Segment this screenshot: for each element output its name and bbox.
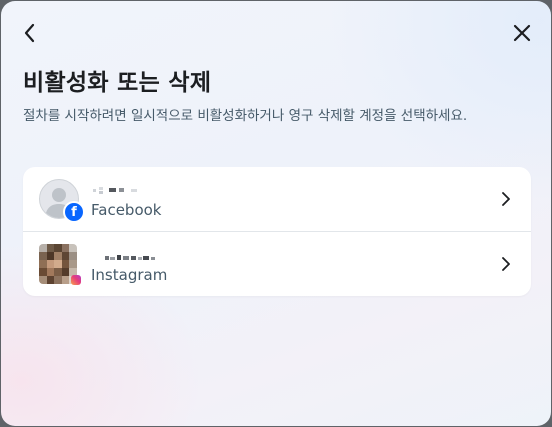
account-name-blurred	[91, 180, 141, 194]
account-row-instagram[interactable]: Instagram	[23, 231, 531, 296]
instagram-logo-icon	[71, 275, 81, 285]
account-list: f Facebook Instagram	[23, 167, 531, 296]
avatar	[39, 244, 81, 285]
account-platform-label: Instagram	[91, 266, 168, 284]
page-title: 비활성화 또는 삭제	[23, 70, 212, 96]
chevron-right-icon	[502, 257, 510, 271]
back-button[interactable]	[15, 18, 45, 48]
chevron-left-icon	[24, 23, 35, 43]
close-button[interactable]	[507, 18, 537, 48]
facebook-logo-icon: f	[63, 201, 85, 223]
blurred-name	[93, 187, 137, 194]
account-row-facebook[interactable]: f Facebook	[23, 167, 531, 231]
blurred-name	[105, 255, 155, 260]
close-icon	[513, 24, 531, 42]
account-name-blurred	[105, 248, 157, 260]
chevron-right-icon	[502, 192, 510, 206]
avatar: f	[39, 179, 85, 223]
page-description: 절차를 시작하려면 일시적으로 비활성화하거나 영구 삭제할 계정을 선택하세요…	[23, 108, 468, 124]
account-platform-label: Facebook	[91, 201, 162, 219]
deactivate-or-delete-dialog: 비활성화 또는 삭제 절차를 시작하려면 일시적으로 비활성화하거나 영구 삭제…	[1, 1, 551, 426]
